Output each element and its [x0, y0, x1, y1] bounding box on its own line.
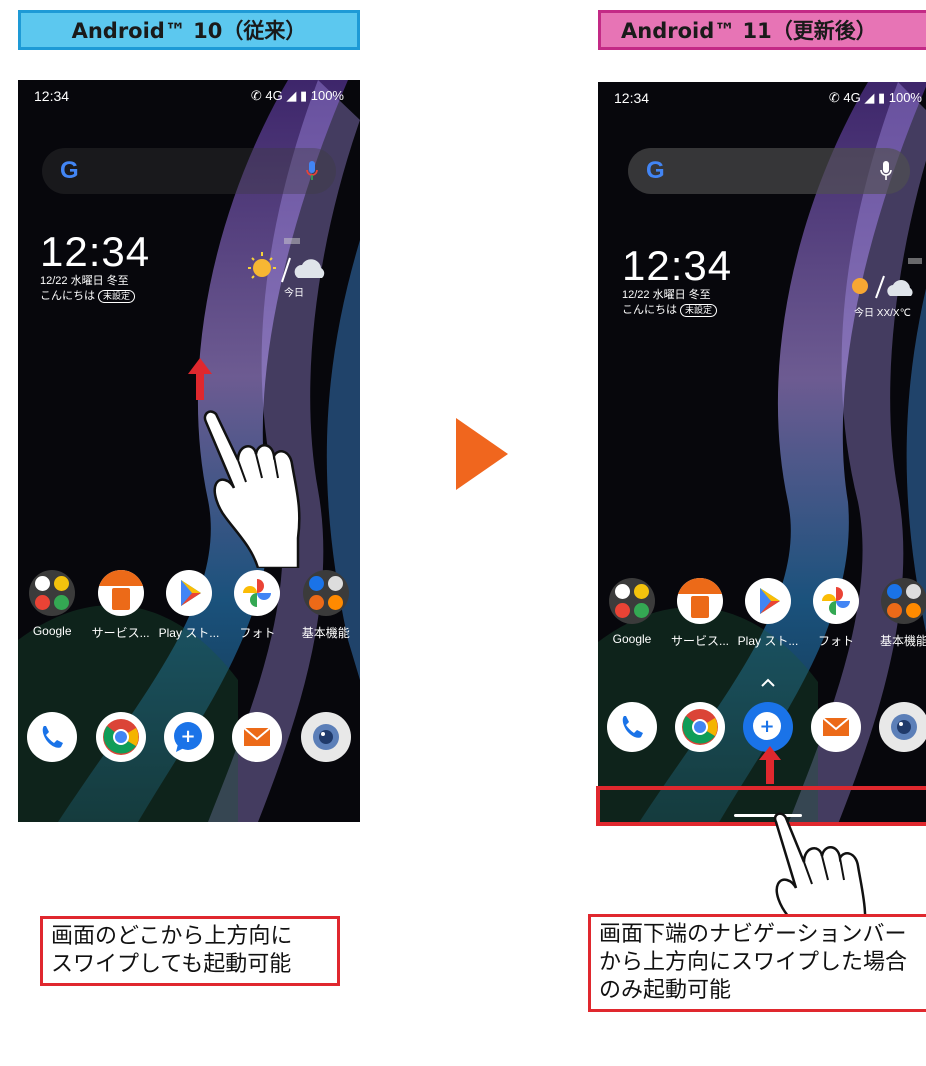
app-play-store[interactable]: Play スト... [737, 578, 799, 649]
android10-caption: 画面のどこから上方向に スワイプしても起動可能 [40, 916, 340, 986]
app-photos[interactable]: フォト [805, 578, 867, 649]
greeting: こんにちは [622, 304, 677, 316]
photos-icon [234, 570, 281, 616]
app-label: Google [32, 624, 72, 638]
phone-icon[interactable] [607, 702, 657, 752]
clock-date: 12/22 水曜日 冬至 [622, 289, 711, 301]
clock-time: 12:34 [40, 228, 151, 275]
weather-icon [248, 238, 325, 283]
clock-widget[interactable]: 12:34 12/22 水曜日 冬至 こんにちは 未設定 [40, 230, 150, 304]
svg-text:+: + [759, 716, 774, 737]
caption-line: 画面のどこから上方向に [51, 924, 293, 949]
next-arrow-icon [456, 418, 508, 490]
unset-badge: 未設定 [98, 290, 136, 303]
chevron-up-icon[interactable] [760, 678, 776, 688]
dock: + [598, 702, 926, 752]
play-store-icon [745, 578, 791, 624]
au-mail-icon[interactable] [811, 702, 861, 752]
app-au-service[interactable]: サービス... [669, 578, 731, 649]
play-store-icon [165, 570, 212, 616]
status-bar: 12:34 ✆ 4G ◢ ▮ 100% [614, 90, 922, 106]
au-service-icon [97, 570, 144, 616]
app-label: 基本機能 [301, 626, 350, 640]
photos-icon [813, 578, 859, 624]
android11-header: Android™ 11（更新後） [598, 10, 926, 50]
clock-time: 12:34 [622, 242, 733, 289]
app-label: 基本機能 [879, 634, 926, 648]
microphone-icon[interactable] [306, 161, 318, 181]
app-label: サービス... [670, 634, 729, 648]
chrome-icon[interactable] [95, 712, 146, 762]
app-label: フォト [239, 626, 276, 640]
app-label: Play スト... [737, 634, 799, 648]
google-g-icon: G [60, 157, 79, 184]
status-time: 12:34 [614, 90, 650, 106]
app-row: Google サービス... Play スト... フォト 基本機能 [598, 578, 926, 649]
caption-line: スワイプしても起動可能 [51, 952, 292, 977]
messages-icon[interactable]: + [163, 712, 214, 762]
basic-functions-folder-icon [881, 578, 926, 624]
android11-caption: 画面下端のナビゲーションバー から上方向にスワイプした場合 のみ起動可能 [588, 914, 926, 1012]
dock: + [18, 712, 360, 762]
status-time: 12:34 [34, 88, 70, 104]
android11-home-screen: 12:34 ✆ 4G ◢ ▮ 100% G 12:34 12/22 水曜日 冬至… [598, 82, 926, 824]
caption-line: から上方向にスワイプした場合 [599, 950, 908, 975]
unset-badge: 未設定 [680, 304, 718, 317]
greeting: こんにちは [40, 290, 95, 302]
android10-header-label: Android™ 10（従来） [71, 19, 307, 43]
google-search-bar[interactable]: G [628, 148, 910, 194]
weather-label: 今日 [284, 288, 304, 299]
app-row: Google サービス... Play スト... フォト 基本機能 [18, 570, 360, 641]
app-play-store[interactable]: Play スト... [158, 570, 220, 641]
app-google[interactable]: Google [21, 570, 83, 641]
camera-icon[interactable] [879, 702, 926, 752]
status-icons: ✆ 4G ◢ ▮ 100% [828, 90, 922, 105]
google-search-bar[interactable]: G [42, 148, 336, 194]
app-au-service[interactable]: サービス... [90, 570, 152, 641]
app-label: サービス... [91, 626, 150, 640]
android11-header-label: Android™ 11（更新後） [621, 19, 877, 43]
svg-text:+: + [180, 726, 195, 747]
app-google[interactable]: Google [601, 578, 663, 649]
basic-functions-folder-icon [302, 570, 349, 616]
app-basic-functions[interactable]: 基本機能 [295, 570, 357, 641]
caption-line: 画面下端のナビゲーションバー [599, 922, 907, 947]
google-folder-icon [29, 570, 76, 616]
microphone-icon[interactable] [880, 161, 892, 181]
phone-icon[interactable] [27, 712, 78, 762]
app-photos[interactable]: フォト [226, 570, 288, 641]
chrome-icon[interactable] [675, 702, 725, 752]
weather-label: 今日 XX/X℃ [854, 308, 911, 319]
camera-icon[interactable] [300, 712, 351, 762]
android10-header: Android™ 10（従来） [18, 10, 360, 50]
android10-home-screen: 12:34 ✆ 4G ◢ ▮ 100% G 12:34 12/22 水曜日 冬至… [18, 80, 360, 822]
au-service-icon [677, 578, 723, 624]
app-label: フォト [817, 634, 854, 648]
app-basic-functions[interactable]: 基本機能 [873, 578, 926, 649]
messages-icon[interactable]: + [743, 702, 793, 752]
weather-widget[interactable]: 今日 XX/X℃ [850, 258, 926, 319]
up-arrow-icon [759, 746, 781, 784]
app-label: Google [612, 632, 652, 646]
au-mail-icon[interactable] [232, 712, 283, 762]
weather-widget[interactable]: 今日 [244, 236, 338, 299]
hand-swipe-icon [203, 410, 301, 568]
up-arrow-icon [188, 358, 212, 400]
clock-widget[interactable]: 12:34 12/22 水曜日 冬至 こんにちは 未設定 [622, 244, 732, 318]
weather-icon [852, 258, 922, 299]
google-folder-icon [609, 578, 655, 624]
caption-line: のみ起動可能 [599, 978, 732, 1003]
google-g-icon: G [646, 157, 665, 184]
status-bar: 12:34 ✆ 4G ◢ ▮ 100% [34, 88, 344, 104]
app-label: Play スト... [158, 626, 220, 640]
clock-date: 12/22 水曜日 冬至 [40, 275, 129, 287]
status-icons: ✆ 4G ◢ ▮ 100% [250, 88, 344, 103]
